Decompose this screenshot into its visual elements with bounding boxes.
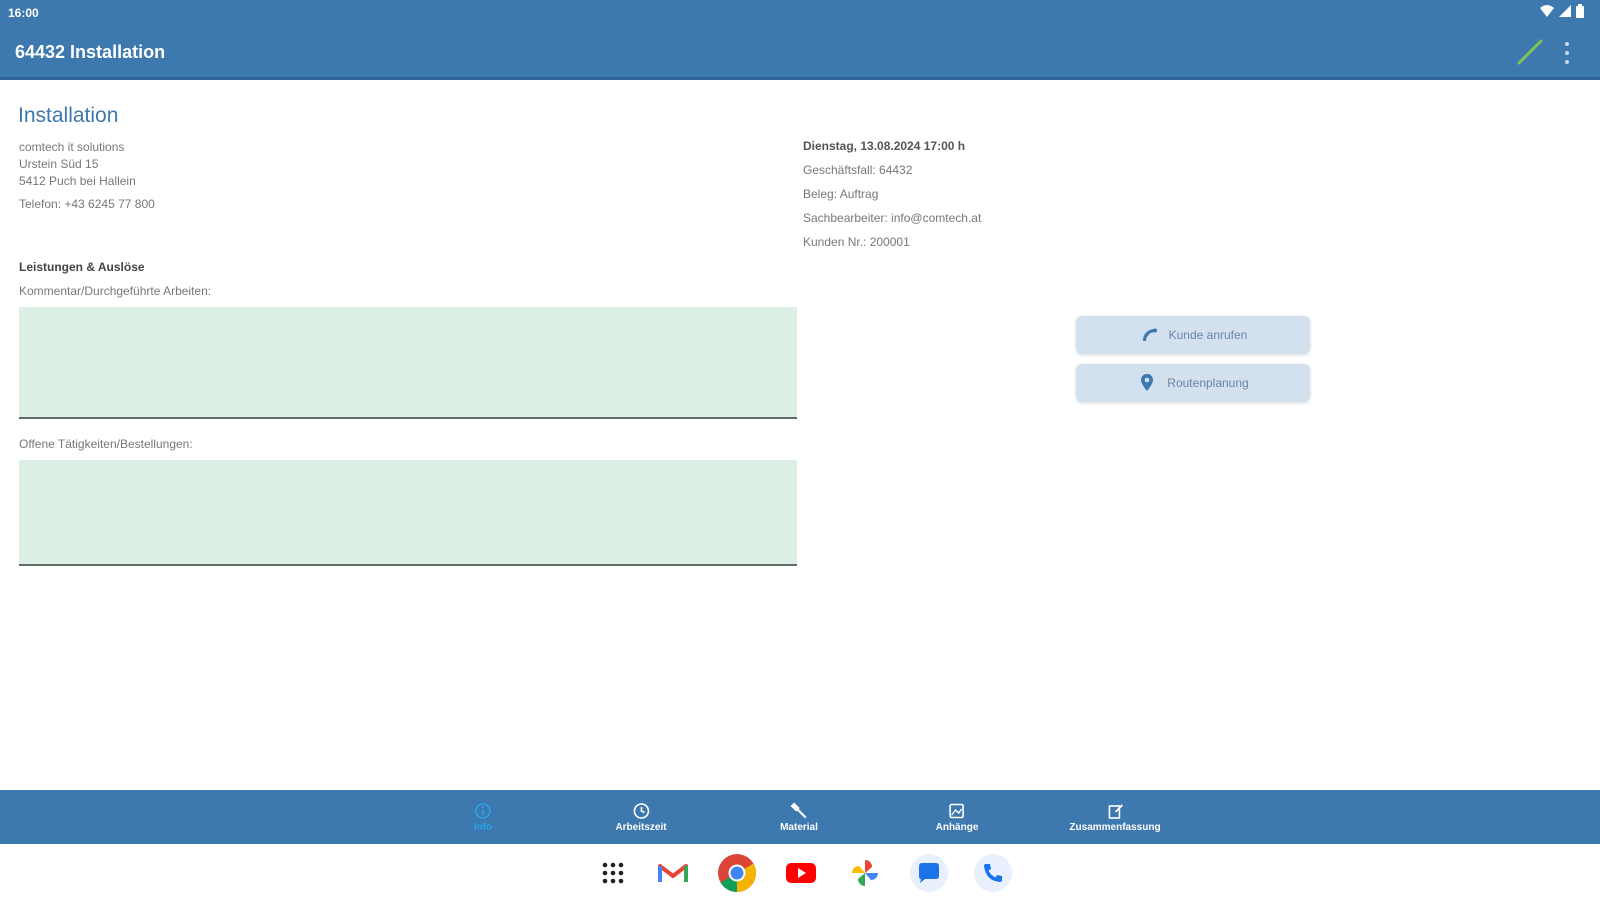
gmail-icon[interactable] xyxy=(652,852,694,894)
open-tasks-field[interactable] xyxy=(19,460,797,566)
location-pin-icon xyxy=(1141,374,1154,391)
status-icons xyxy=(1540,4,1584,21)
clock-icon xyxy=(633,802,649,819)
call-customer-button[interactable]: Kunde anrufen xyxy=(1076,316,1310,354)
messages-icon[interactable] xyxy=(908,852,950,894)
status-time: 16:00 xyxy=(8,6,39,20)
phone-call-icon xyxy=(1142,328,1157,341)
tab-info-label: Info xyxy=(473,821,493,833)
status-bar: 16:00 xyxy=(0,0,1600,26)
photos-icon[interactable] xyxy=(844,852,886,894)
job-details: Dienstag, 13.08.2024 17:00 h Geschäftsfa… xyxy=(803,139,981,259)
route-planning-label: Routenplanung xyxy=(1167,376,1249,390)
job-heading: Installation xyxy=(18,104,119,127)
battery-icon xyxy=(1576,4,1584,21)
call-customer-label: Kunde anrufen xyxy=(1168,328,1248,342)
tab-arbeitszeit-label: Arbeitszeit xyxy=(615,821,667,833)
apps-grid-icon[interactable] xyxy=(592,852,634,894)
section-title: Leistungen & Auslöse xyxy=(19,260,145,274)
comment-field[interactable] xyxy=(19,307,797,419)
tab-anhaenge-label: Anhänge xyxy=(935,821,979,833)
job-document: Beleg: Auftrag xyxy=(803,187,879,201)
edit-icon[interactable] xyxy=(1516,38,1544,66)
tab-zusammenfassung[interactable]: Zusammenfassung xyxy=(1069,790,1161,844)
more-menu-icon[interactable] xyxy=(1562,42,1572,64)
customer-number: Kunden Nr.: 200001 xyxy=(803,235,910,249)
tab-arbeitszeit[interactable]: Arbeitszeit xyxy=(615,790,667,844)
summary-icon xyxy=(1108,803,1123,819)
tab-material[interactable]: Material xyxy=(780,790,818,844)
open-tasks-label: Offene Tätigkeiten/Bestellungen: xyxy=(19,437,193,451)
tab-anhaenge[interactable]: Anhänge xyxy=(935,790,979,844)
job-case: Geschäftsfall: 64432 xyxy=(803,163,913,177)
customer-phone: Telefon: +43 6245 77 800 xyxy=(19,197,155,211)
youtube-icon[interactable] xyxy=(780,852,822,894)
job-date: Dienstag, 13.08.2024 17:00 h xyxy=(803,139,966,153)
tab-info[interactable]: Info xyxy=(474,790,492,844)
image-icon xyxy=(949,803,965,818)
signal-icon xyxy=(1558,4,1572,21)
wrench-icon xyxy=(790,801,807,818)
route-planning-button[interactable]: Routenplanung xyxy=(1076,364,1310,402)
tab-material-label: Material xyxy=(780,821,818,833)
customer-city: 5412 Puch bei Hallein xyxy=(19,174,136,188)
phone-icon[interactable] xyxy=(972,852,1014,894)
bottom-nav: Info Arbeitszeit Material Anhänge Zusamm… xyxy=(0,790,1600,844)
system-dock xyxy=(0,844,1600,900)
chrome-icon[interactable] xyxy=(716,852,758,894)
customer-street: Urstein Süd 15 xyxy=(19,157,99,171)
customer-address: comtech it solutions Urstein Süd 15 5412… xyxy=(19,139,136,190)
customer-company: comtech it solutions xyxy=(19,140,125,154)
info-icon xyxy=(475,802,491,819)
comment-label: Kommentar/Durchgeführte Arbeiten: xyxy=(19,284,212,298)
app-title: 64432 Installation xyxy=(15,42,166,62)
tab-zusammenfassung-label: Zusammenfassung xyxy=(1069,821,1161,833)
wifi-icon xyxy=(1540,4,1554,21)
job-clerk: Sachbearbeiter: info@comtech.at xyxy=(803,211,982,225)
app-bar: 64432 Installation xyxy=(0,26,1600,80)
